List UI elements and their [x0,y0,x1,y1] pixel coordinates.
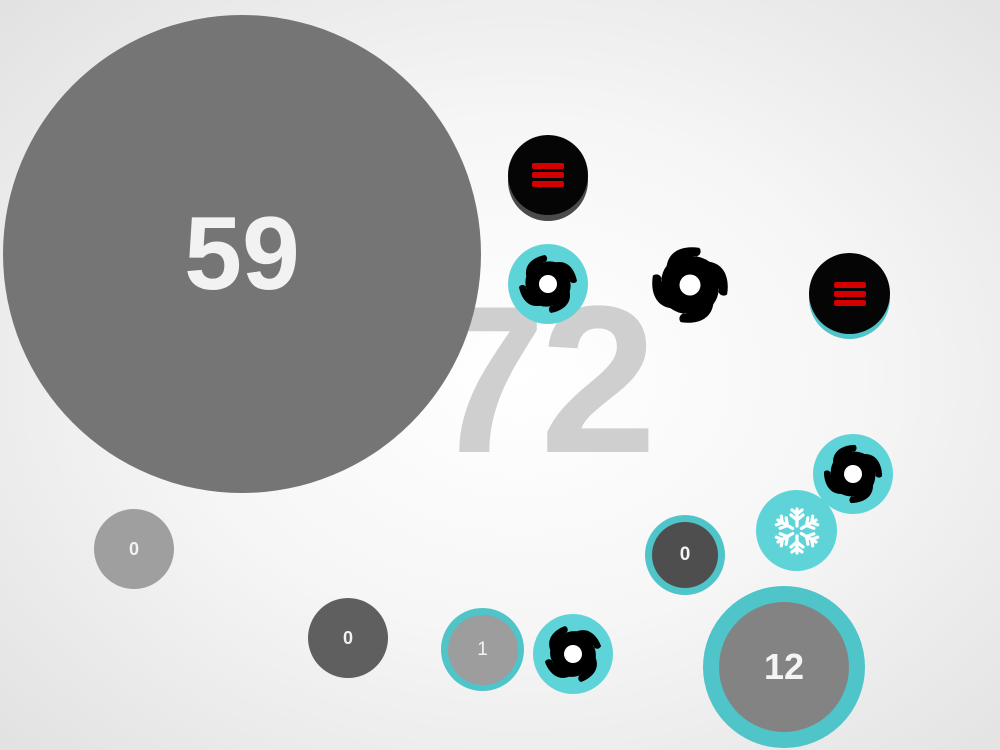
one-bubble-label: 1 [447,614,518,685]
menu-icon [833,281,866,306]
saw-powerup-bubble[interactable] [533,614,613,694]
snowflake-icon [772,506,821,555]
saw-blade-obstacle[interactable] [641,236,739,334]
menu-button[interactable] [508,135,588,215]
one-bubble[interactable]: 1 [441,608,524,691]
menu-icon [532,163,564,187]
twelve-bubble-label: 12 [719,602,849,732]
zero-bubble-dark[interactable]: 0 [308,598,388,678]
zero-bubble-ringed-label: 0 [652,522,718,588]
saw-blade-icon [541,622,605,686]
saw-blade-icon [519,255,577,313]
menu-button-secondary[interactable] [809,253,890,334]
saw-powerup-bubble[interactable] [508,244,588,324]
zero-bubble[interactable]: 0 [94,509,174,589]
freeze-powerup-bubble[interactable] [756,490,837,571]
twelve-bubble[interactable]: 12 [703,586,865,748]
saw-blade-icon [641,236,739,334]
saw-blade-icon [821,442,885,506]
score-bubble[interactable]: 59 [3,15,481,493]
zero-bubble-ringed[interactable]: 0 [645,515,725,595]
